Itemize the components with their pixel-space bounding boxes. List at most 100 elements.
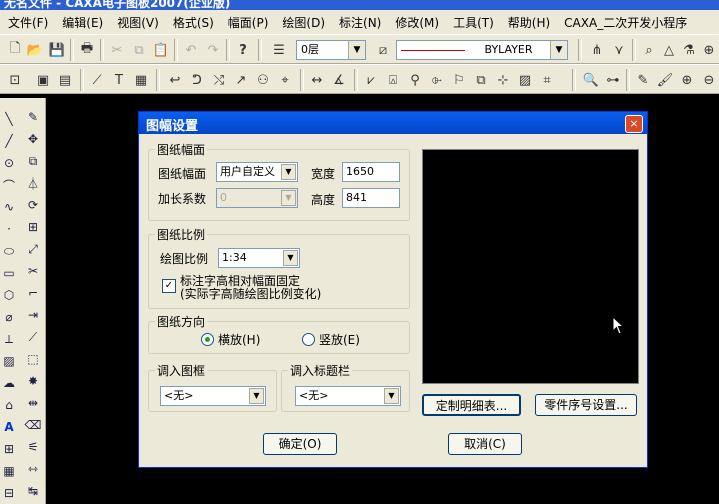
dim-h-icon[interactable]: ↹ (24, 482, 42, 500)
close-icon[interactable]: × (625, 115, 643, 133)
line-icon[interactable]: ╲ (0, 110, 18, 128)
balloon-icon[interactable]: ⚐ (450, 71, 468, 89)
menu-edit[interactable]: 编辑(E) (62, 14, 103, 31)
menu-caxa-dev[interactable]: CAXA_二次开发小程序 (564, 14, 687, 31)
chevron-down-icon[interactable]: ▼ (283, 250, 298, 266)
chevron-down-icon[interactable]: ▼ (281, 164, 296, 180)
point-icon[interactable]: ⋎ (610, 41, 628, 59)
menu-format[interactable]: 格式(S) (173, 14, 214, 31)
linetype-icon[interactable]: ⧄ (374, 41, 392, 59)
menu-draw[interactable]: 绘图(D) (282, 14, 325, 31)
custom-parts-list-button[interactable]: 定制明细表... (422, 394, 521, 416)
props-icon[interactable]: ⚟ (24, 438, 42, 456)
sheet-size-select[interactable]: 用户自定义 ▼ (216, 162, 298, 182)
menu-sheet[interactable]: 幅面(P) (228, 14, 269, 31)
fixed-text-height-checkbox[interactable]: ✓ (162, 279, 176, 293)
layer-icon[interactable]: ☰ (270, 41, 288, 59)
offset-icon[interactable]: ⟂ (0, 330, 18, 348)
arc-icon[interactable]: ⌒ (0, 176, 18, 194)
move-icon[interactable]: ✥ (24, 130, 42, 148)
array-icon[interactable]: ⊞ (24, 218, 42, 236)
spline-tool-icon[interactable]: ⤭ (210, 71, 228, 89)
dim-icon[interactable]: ⇿ (24, 460, 42, 478)
landscape-radio[interactable] (201, 333, 214, 346)
line-tool-icon[interactable]: ↩ (166, 71, 184, 89)
text-a-icon[interactable]: A (0, 418, 18, 436)
insert-icon[interactable]: ⊟ (0, 484, 18, 502)
trim-icon[interactable]: ✂ (24, 262, 42, 280)
frame-select[interactable]: <无> ▼ (160, 386, 266, 406)
chevron-down-icon[interactable]: ▼ (348, 41, 365, 59)
image-icon[interactable]: ▦ (132, 71, 150, 89)
centerline-icon[interactable]: ⌀ (0, 308, 18, 326)
erase-icon[interactable]: ⌫ (24, 416, 42, 434)
polygon-icon[interactable]: ⬡ (0, 286, 18, 304)
zoom-out-icon[interactable]: ⊖ (700, 71, 718, 89)
snap-icon[interactable]: ⋔ (588, 41, 606, 59)
text-tool-icon[interactable]: ⌂ (0, 396, 18, 414)
save-icon[interactable]: 💾 (48, 41, 66, 59)
zoom-all-icon[interactable]: ▣ (34, 71, 52, 89)
part-number-settings-button[interactable]: 零件序号设置... (535, 394, 637, 416)
search-icon[interactable]: 🔍 (582, 71, 600, 89)
chevron-down-icon[interactable]: ▼ (384, 388, 399, 404)
crosshair-icon[interactable]: ⌖ (276, 71, 294, 89)
rotate-icon[interactable]: ⟳ (24, 196, 42, 214)
mirror-icon[interactable]: ⏃ (24, 174, 42, 192)
align-icon[interactable]: ⇹ (24, 394, 42, 412)
hatch-fill-icon[interactable]: ▨ (516, 71, 534, 89)
measure-icon[interactable]: ⊶ (604, 71, 622, 89)
layer-combo[interactable]: 0层 ▼ (296, 40, 366, 60)
ok-button[interactable]: 确定(O) (263, 433, 337, 455)
arrow-tool-icon[interactable]: ↗ (232, 71, 250, 89)
zoom-in-icon[interactable]: ⊕ (678, 71, 696, 89)
titleblock-select[interactable]: <无> ▼ (295, 386, 401, 406)
width-input[interactable]: 1650 (342, 162, 400, 182)
fillet-icon[interactable]: ⌐ (24, 284, 42, 302)
point-tool-icon[interactable]: · (0, 220, 18, 238)
help-icon[interactable]: ? (234, 41, 252, 59)
extension-select[interactable]: 0 ▼ (216, 188, 298, 208)
hatch-icon[interactable]: ⟋ (88, 71, 106, 89)
zoom-window-icon[interactable]: ⊡ (6, 71, 24, 89)
menu-help[interactable]: 帮助(H) (508, 14, 550, 31)
undo-icon[interactable]: ↶ (182, 41, 200, 59)
copy-obj-icon[interactable]: ⧉ (24, 152, 42, 170)
datum-icon[interactable]: ⍓ (384, 71, 402, 89)
hatch-tool-icon[interactable]: ▨ (0, 352, 18, 370)
polyline-icon[interactable]: ╱ (0, 132, 18, 150)
portrait-radio[interactable] (302, 333, 315, 346)
break-icon[interactable]: ⟋ (24, 328, 42, 346)
text-icon[interactable]: T (110, 71, 128, 89)
roughness-icon[interactable]: ⩗ (362, 71, 380, 89)
extend-icon[interactable]: ⇥ (24, 306, 42, 324)
ellipse-icon[interactable]: ⬭ (0, 242, 18, 260)
distance-icon[interactable]: △ (660, 41, 678, 59)
circle-icon[interactable]: ⊙ (0, 154, 18, 172)
brush-icon[interactable]: 🖌 (656, 71, 674, 89)
cut-icon[interactable]: ✂ (108, 41, 126, 59)
block-tool-icon[interactable]: ▦ (0, 462, 18, 480)
stretch-icon[interactable]: ⬚ (24, 350, 42, 368)
paste-icon[interactable]: 📋 (152, 41, 170, 59)
area-icon[interactable]: ⚗ (680, 41, 698, 59)
cancel-button[interactable]: 取消(C) (448, 433, 522, 455)
height-input[interactable]: 841 (342, 188, 400, 208)
rectangle-icon[interactable]: ▭ (0, 264, 18, 282)
table-tool-icon[interactable]: ⊞ (0, 440, 18, 458)
menu-file[interactable]: 文件(F) (8, 14, 48, 31)
query-icon[interactable]: ⌕ (640, 41, 658, 59)
print-icon[interactable]: 🖶 (78, 41, 96, 59)
drawing-scale-select[interactable]: 1:34 ▼ (218, 248, 300, 268)
menu-tools[interactable]: 工具(T) (453, 14, 494, 31)
center-icon[interactable]: ⊕ (700, 41, 718, 59)
pencil-icon[interactable]: ✎ (634, 71, 652, 89)
menu-view[interactable]: 视图(V) (117, 14, 159, 31)
zoom-table-icon[interactable]: ▤ (56, 71, 74, 89)
pencil-icon[interactable]: ✎ (24, 108, 42, 126)
chevron-down-icon[interactable]: ▼ (281, 190, 296, 206)
open-file-icon[interactable]: 📂 (26, 41, 44, 59)
arc-tool-icon[interactable]: ᕤ (188, 71, 206, 89)
scale-icon[interactable]: ⤢ (24, 240, 42, 258)
leader-icon[interactable]: ⧉ (472, 71, 490, 89)
